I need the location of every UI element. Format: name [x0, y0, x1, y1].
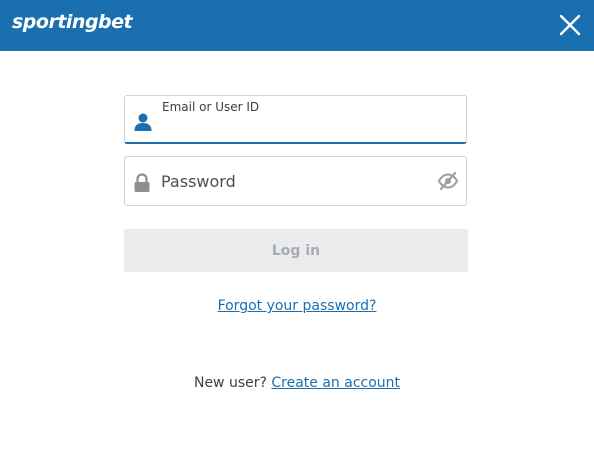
lock-icon: [134, 173, 150, 192]
login-button[interactable]: Log in: [124, 229, 468, 272]
eye-off-icon[interactable]: [437, 171, 459, 191]
password-field[interactable]: [124, 156, 467, 206]
password-input[interactable]: [161, 157, 426, 205]
email-input[interactable]: [161, 110, 426, 140]
sportingbet-logo: sportingbet: [12, 11, 133, 33]
create-account-link[interactable]: Create an account: [271, 375, 400, 391]
forgot-password-row: Forgot your password?: [0, 298, 594, 314]
forgot-password-link[interactable]: Forgot your password?: [218, 298, 377, 314]
user-icon: [134, 113, 152, 131]
email-field[interactable]: Email or User ID: [124, 95, 467, 144]
header-bar: sportingbet: [0, 0, 594, 51]
new-user-text: New user?: [193, 375, 267, 391]
close-icon[interactable]: [557, 12, 583, 38]
new-user-row: New user? Create an account: [0, 375, 594, 391]
